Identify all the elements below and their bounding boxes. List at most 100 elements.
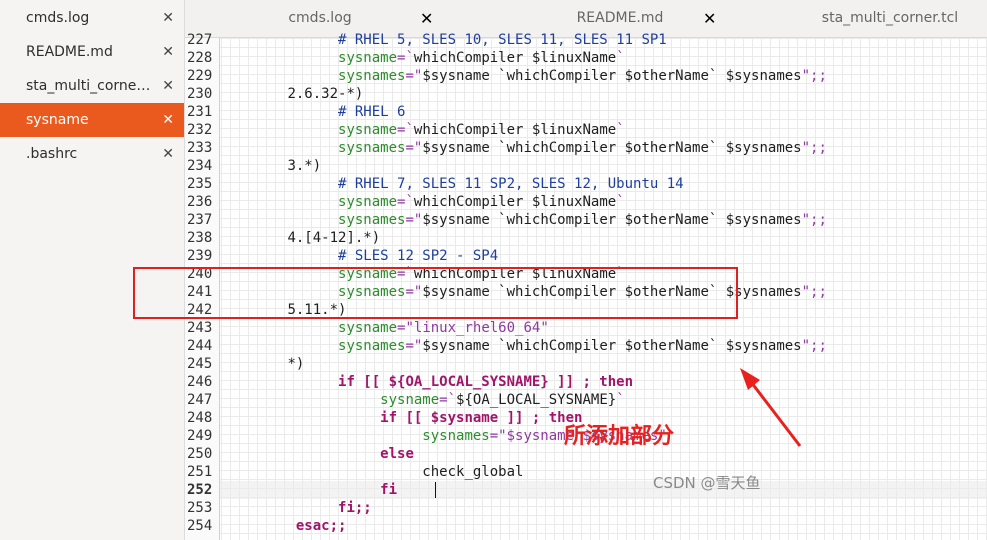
code-token: =" — [405, 140, 423, 156]
line-number: 247 — [187, 392, 213, 408]
code-token: $sysname `whichCompiler $otherName` $sys… — [422, 212, 802, 228]
code-token: else — [380, 446, 414, 462]
line-number: 228 — [187, 50, 213, 66]
code-text: sysnames="$sysname `whichCompiler $other… — [220, 337, 827, 355]
code-line[interactable]: 253 fi;; — [185, 499, 987, 517]
sidebar-item-label: README.md — [26, 44, 113, 60]
code-line[interactable]: 239 # SLES 12 SP2 - SP4 — [185, 247, 987, 265]
code-line[interactable]: 237 sysnames="$sysname `whichCompiler $o… — [185, 211, 987, 229]
code-text: 2.6.32-*) — [220, 85, 363, 103]
code-line[interactable]: 245 *) — [185, 355, 987, 373]
line-number: 233 — [187, 140, 213, 156]
code-token: =" — [405, 212, 423, 228]
code-token: sysnames — [338, 338, 406, 354]
code-text: esac;; — [220, 517, 347, 535]
code-line[interactable]: 229 sysnames="$sysname `whichCompiler $o… — [185, 67, 987, 85]
sidebar-item-cmds-log[interactable]: cmds.log ✕ — [0, 1, 184, 35]
code-token: if [[ $sysname ]] ; then — [380, 410, 583, 426]
code-token: ` — [616, 194, 625, 210]
code-line[interactable]: 238 4.[4-12].*) — [185, 229, 987, 247]
code-line[interactable]: 235 # RHEL 7, SLES 11 SP2, SLES 12, Ubun… — [185, 175, 987, 193]
line-number: 243 — [187, 320, 213, 336]
code-token: $sysname `whichCompiler $otherName` $sys… — [422, 338, 802, 354]
code-line[interactable]: 231 # RHEL 6 — [185, 103, 987, 121]
code-token: whichCompiler $linuxName — [413, 194, 617, 210]
code-line[interactable]: 244 sysnames="$sysname `whichCompiler $o… — [185, 337, 987, 355]
line-number: 238 — [187, 230, 213, 246]
code-line[interactable]: 251 check_global — [185, 463, 987, 481]
code-line[interactable]: 243 sysname="linux_rhel60_64" — [185, 319, 987, 337]
code-token: fi;; — [338, 500, 372, 516]
sidebar-item-label: sta_multi_corner.tcl — [26, 78, 154, 94]
code-token: ${OA_LOCAL_SYSNAME} — [456, 392, 617, 408]
line-number: 253 — [187, 500, 213, 516]
code-token: =" — [489, 428, 507, 444]
code-token: =` — [439, 392, 457, 408]
close-icon[interactable]: ✕ — [162, 137, 174, 171]
code-text: sysnames="$sysname `whichCompiler $other… — [220, 211, 827, 229]
code-line[interactable]: 252 fi — [185, 481, 987, 499]
close-icon[interactable]: ✕ — [162, 69, 174, 103]
code-line[interactable]: 230 2.6.32-*) — [185, 85, 987, 103]
code-token: ";; — [801, 212, 827, 228]
code-token: ` — [616, 50, 625, 66]
code-text: check_global — [220, 463, 523, 481]
code-token: =" — [405, 338, 423, 354]
line-number: 254 — [187, 518, 213, 534]
code-text: sysname="linux_rhel60_64" — [220, 319, 549, 337]
code-token: ";; — [801, 140, 827, 156]
code-text: sysname=`whichCompiler $linuxName` — [220, 121, 625, 139]
sidebar-item-bashrc[interactable]: .bashrc ✕ — [0, 137, 184, 171]
watermark: CSDN @雪天鱼 — [653, 474, 761, 492]
code-token: ";; — [801, 338, 827, 354]
code-text: sysnames="$sysname `whichCompiler $other… — [220, 139, 827, 157]
code-token: if [[ ${OA_LOCAL_SYSNAME} ]] ; then — [338, 374, 634, 390]
code-token: =" — [397, 320, 414, 336]
close-icon[interactable]: ✕ — [162, 35, 174, 69]
code-line[interactable]: 234 3.*) — [185, 157, 987, 175]
code-text: sysname=`whichCompiler $linuxName` — [220, 193, 625, 211]
tab-label: cmds.log — [288, 10, 352, 26]
line-number: 227 — [187, 32, 213, 48]
code-token: $sysname `whichCompiler $otherName` $sys… — [422, 68, 802, 84]
code-token: =` — [397, 50, 414, 66]
sidebar-item-sta-multi-corner-tcl[interactable]: sta_multi_corner.tcl ✕ — [0, 69, 184, 103]
code-line[interactable]: 246 if [[ ${OA_LOCAL_SYSNAME} ]] ; then — [185, 373, 987, 391]
code-line[interactable]: 254 esac;; — [185, 517, 987, 535]
code-token: # RHEL 5, SLES 10, SLES 11, SLES 11 SP1 — [338, 32, 667, 48]
code-token: sysnames — [422, 428, 490, 444]
close-icon[interactable]: ✕ — [162, 1, 174, 35]
code-token: sysname — [380, 392, 440, 408]
code-line[interactable]: 236 sysname=`whichCompiler $linuxName` — [185, 193, 987, 211]
close-icon[interactable]: ✕ — [162, 103, 174, 137]
tab-label: README.md — [576, 10, 664, 26]
code-token: =" — [405, 68, 423, 84]
code-text: if [[ $sysname ]] ; then — [220, 409, 582, 427]
code-token: ` — [616, 392, 625, 408]
code-line[interactable]: 232 sysname=`whichCompiler $linuxName` — [185, 121, 987, 139]
line-number: 235 — [187, 176, 213, 192]
code-line[interactable]: 227 # RHEL 5, SLES 10, SLES 11, SLES 11 … — [185, 31, 987, 49]
code-token: =` — [397, 122, 414, 138]
code-line[interactable]: 228 sysname=`whichCompiler $linuxName` — [185, 49, 987, 67]
code-line[interactable]: 233 sysnames="$sysname `whichCompiler $o… — [185, 139, 987, 157]
sidebar-item-readme-md[interactable]: README.md ✕ — [0, 35, 184, 69]
code-token: ` — [616, 122, 625, 138]
sidebar-item-sysname[interactable]: sysname ✕ — [0, 103, 184, 137]
annotation-label: 所添加部分 — [564, 424, 675, 449]
code-line[interactable]: 247 sysname=`${OA_LOCAL_SYSNAME}` — [185, 391, 987, 409]
code-text: sysnames="$sysname `whichCompiler $other… — [220, 67, 827, 85]
